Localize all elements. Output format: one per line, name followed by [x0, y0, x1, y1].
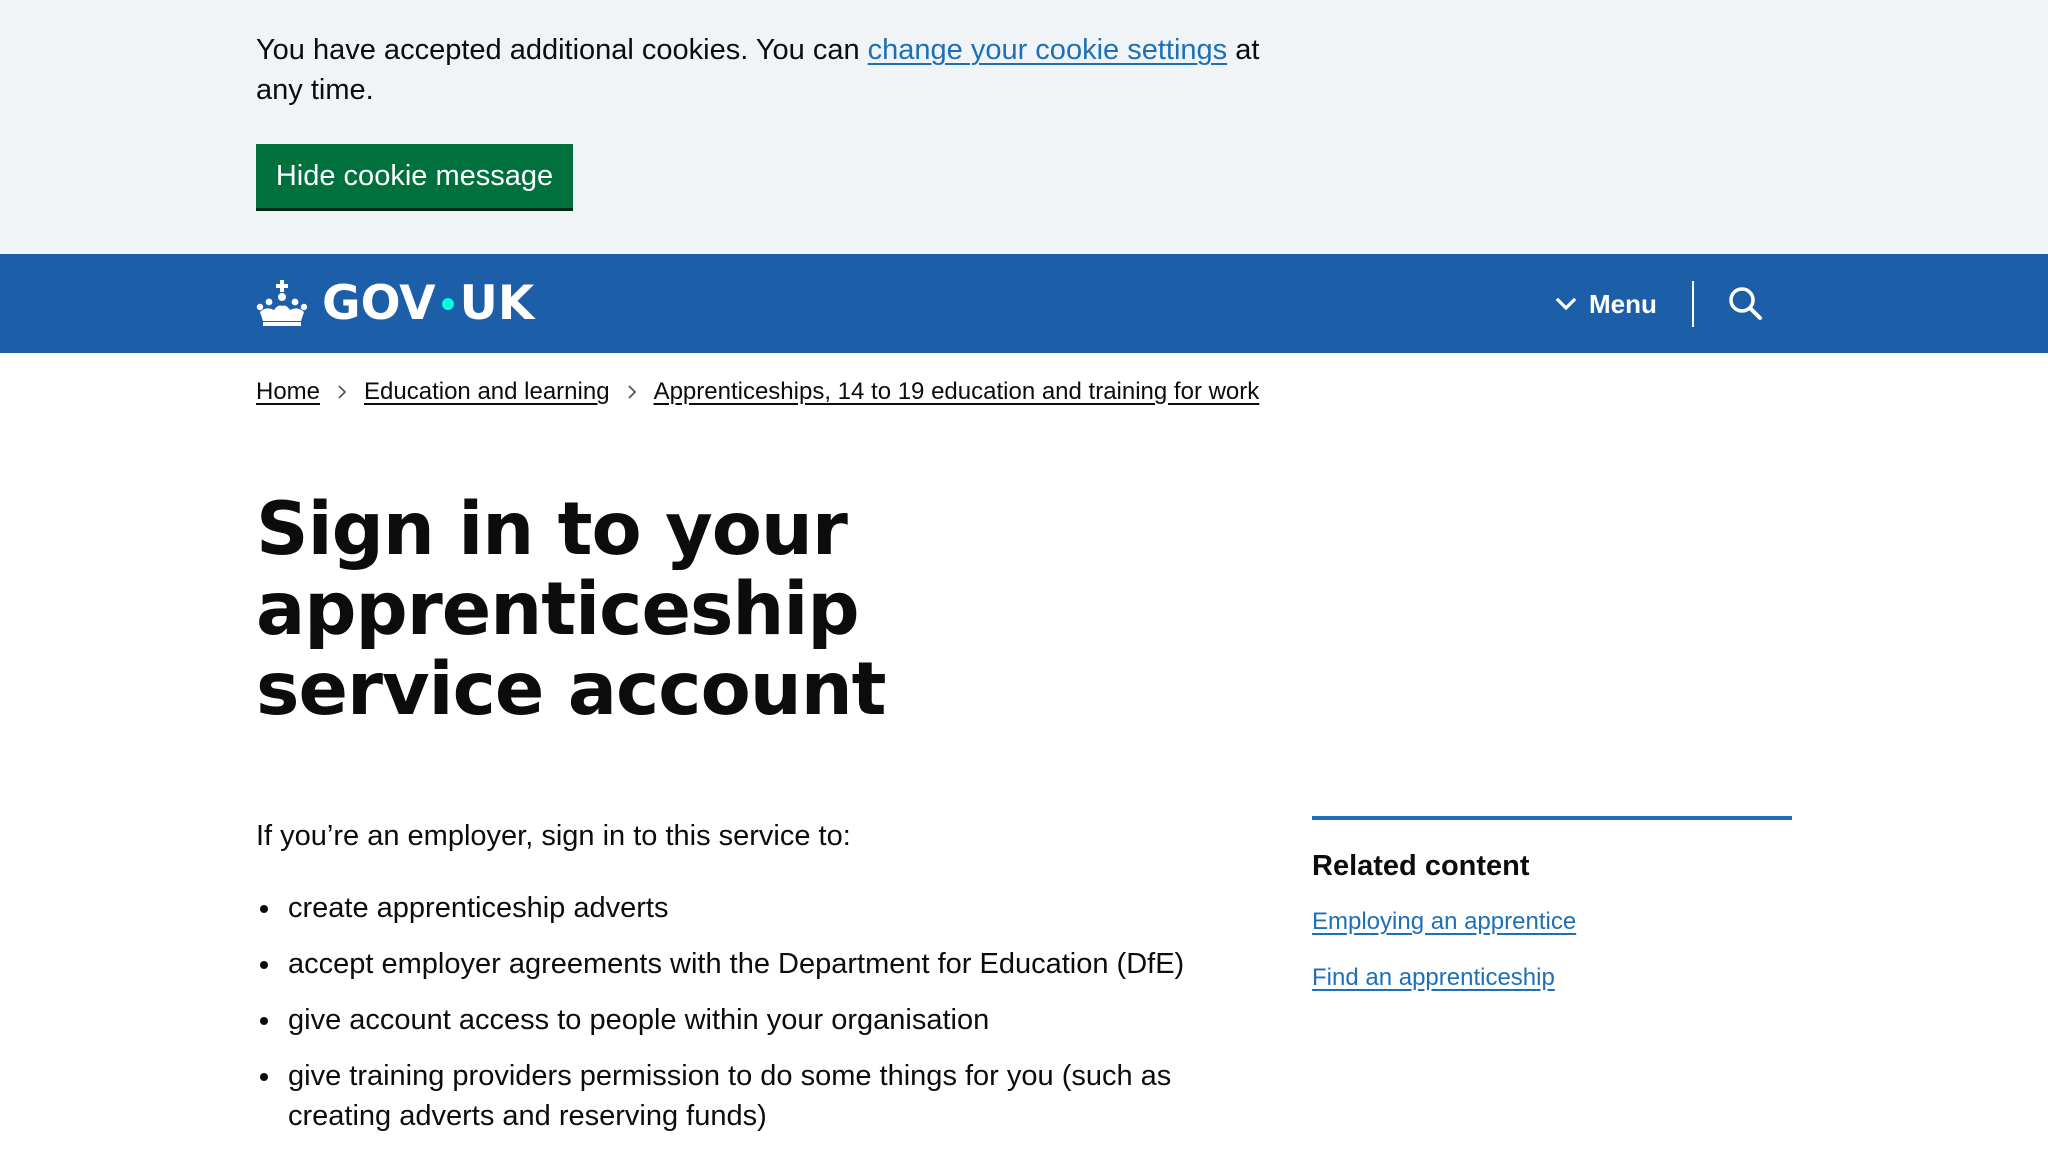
govuk-logo-text: GOV UK [322, 276, 534, 332]
breadcrumb-home[interactable]: Home [256, 374, 320, 410]
menu-label: Menu [1589, 288, 1657, 319]
related-content-heading: Related content [1312, 850, 1530, 882]
govuk-logo-link[interactable]: GOV UK [256, 276, 534, 332]
search-icon [1729, 287, 1762, 320]
chevron-right-icon [627, 385, 636, 399]
hide-cookie-message-button[interactable]: Hide cookie message [256, 144, 573, 208]
related-content: Related content Employing an apprentice … [1312, 816, 1792, 996]
cookie-message-text-before: You have accepted additional cookies. Yo… [256, 34, 868, 66]
page-title: Sign in to your apprenticeship service a… [256, 487, 887, 732]
list-item: give training providers permission to do… [256, 1056, 1256, 1136]
breadcrumb-apprenticeships[interactable]: Apprenticeships, 14 to 19 education and … [654, 374, 1260, 410]
crown-icon [256, 280, 308, 326]
chevron-right-icon [338, 385, 347, 399]
list-item: accept employer agreements with the Depa… [256, 944, 1256, 984]
logo-uk-text: UK [459, 276, 535, 331]
logo-gov-text: GOV [322, 276, 436, 331]
list-item: create apprenticeship adverts [256, 888, 1256, 928]
change-cookie-settings-link[interactable]: change your cookie settings [868, 34, 1228, 66]
intro-text: If you’re an employer, sign in to this s… [256, 820, 851, 852]
logo-dot [441, 298, 454, 310]
related-link-employing-an-apprentice[interactable]: Employing an apprentice [1312, 904, 1792, 940]
cookie-banner: You have accepted additional cookies. Yo… [0, 0, 2048, 254]
breadcrumb-education-and-learning[interactable]: Education and learning [364, 374, 610, 410]
related-content-rule [1312, 816, 1792, 820]
header-divider [1692, 281, 1694, 327]
cookie-message: You have accepted additional cookies. Yo… [256, 30, 1306, 110]
menu-button[interactable]: Menu [1555, 280, 1657, 328]
chevron-down-icon [1555, 297, 1577, 311]
breadcrumb: Home Education and learning Apprenticesh… [256, 374, 1259, 410]
related-link-find-an-apprenticeship[interactable]: Find an apprenticeship [1312, 960, 1792, 996]
service-actions-list: create apprenticeship adverts accept emp… [256, 888, 1256, 1152]
search-button[interactable] [1724, 282, 1768, 326]
site-header: GOV UK Menu [0, 254, 2048, 353]
list-item: give account access to people within you… [256, 1000, 1256, 1040]
